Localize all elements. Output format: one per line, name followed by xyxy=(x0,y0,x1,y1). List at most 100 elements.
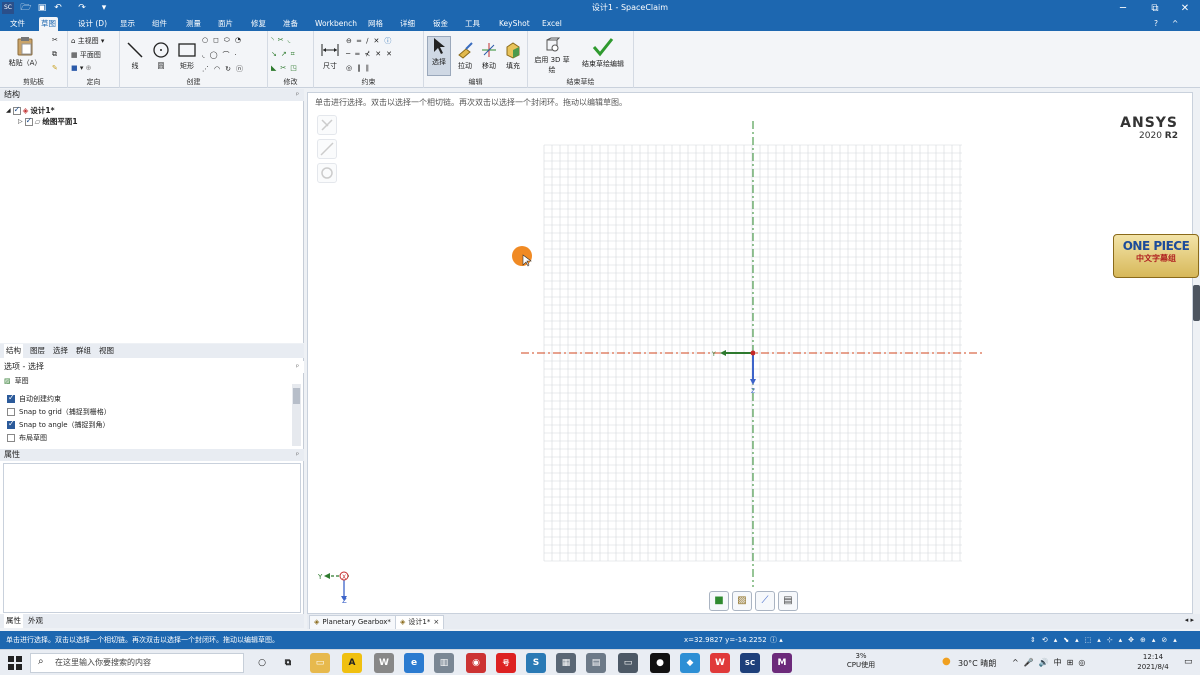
move-tool-button[interactable]: 移动 xyxy=(478,41,500,71)
tab-measure[interactable]: 测量 xyxy=(184,17,203,31)
cortana-icon[interactable]: ○ xyxy=(252,653,272,673)
rectangle-button[interactable]: 矩形 xyxy=(176,41,198,71)
save-icon[interactable]: ▣ xyxy=(36,2,48,14)
task-view-icon[interactable]: ⧉ xyxy=(278,653,298,673)
format-painter-icon[interactable]: ✎ xyxy=(52,64,58,72)
right-edge-handle[interactable] xyxy=(1193,285,1200,321)
paste-button[interactable]: 粘贴（A） xyxy=(6,36,44,68)
layout-icon[interactable]: ▤ xyxy=(778,591,798,611)
remote-desktop-icon[interactable]: ▭ xyxy=(618,653,638,673)
tab-layers[interactable]: 图层 xyxy=(30,344,45,358)
dimension-button[interactable]: 尺寸 xyxy=(318,41,342,71)
sync-app-icon[interactable]: ◆ xyxy=(680,653,700,673)
tab-scroll-arrows[interactable]: ◂ ▸ xyxy=(1185,616,1194,624)
tab-excel[interactable]: Excel xyxy=(540,17,564,31)
minimize-button[interactable]: ─ xyxy=(1108,0,1138,17)
tab-design[interactable]: 设计 (D) xyxy=(76,17,109,31)
create-tools-row-2[interactable]: ◟◯⌒· xyxy=(202,50,242,60)
workbench-icon[interactable]: W xyxy=(374,653,394,673)
file-explorer-icon[interactable]: ▭ xyxy=(310,653,330,673)
tab-display[interactable]: 显示 xyxy=(118,17,137,31)
tab-selection[interactable]: 选择 xyxy=(53,344,68,358)
spaceclaim-taskbar-icon[interactable]: SC xyxy=(740,653,760,673)
notes-icon[interactable]: ▤ xyxy=(586,653,606,673)
netease-icon[interactable]: 号 xyxy=(496,653,516,673)
ribbon-collapse-icon[interactable]: ^ xyxy=(1170,17,1180,31)
tab-tools[interactable]: 工具 xyxy=(463,17,482,31)
doc-tab-design1[interactable]: ◈ 设计1* × xyxy=(395,615,445,629)
option-auto-constraint[interactable]: 自动创建约束 xyxy=(7,393,61,404)
tab-detail[interactable]: 详细 xyxy=(398,17,417,31)
tab-assembly[interactable]: 组件 xyxy=(150,17,169,31)
constraint-tools-row-2[interactable]: ─═⊀✕✕ xyxy=(346,50,397,58)
maximize-button[interactable]: ⧉ xyxy=(1140,0,1170,17)
pull-tool-button[interactable]: 拉动 xyxy=(454,41,476,71)
line-button[interactable]: 线 xyxy=(124,41,146,71)
redo-icon[interactable]: ↷ xyxy=(76,2,88,14)
option-layout-sketch[interactable]: 布局草图 xyxy=(7,433,47,443)
edge-icon[interactable]: e xyxy=(404,653,424,673)
info-icon[interactable]: ⓘ ▴ xyxy=(770,631,783,649)
solid-view-icon[interactable]: ■ xyxy=(709,591,729,611)
collapse-icon[interactable]: ▷ xyxy=(18,118,23,125)
tab-repair[interactable]: 修复 xyxy=(249,17,268,31)
select-plane-icon[interactable]: ⟋ xyxy=(755,591,775,611)
tab-views[interactable]: 视图 xyxy=(99,344,114,358)
help-icon[interactable]: ? xyxy=(1152,17,1160,31)
layout-sketch-checkbox[interactable] xyxy=(7,434,15,442)
calculator-icon[interactable]: ▦ xyxy=(556,653,576,673)
tab-groups[interactable]: 群组 xyxy=(76,344,91,358)
modify-tools-row-1[interactable]: ◝✂◟ xyxy=(271,36,294,44)
fill-tool-button[interactable]: 填充 xyxy=(502,41,524,71)
tab-keyshot[interactable]: KeyShot xyxy=(497,17,532,31)
snap-angle-checkbox[interactable] xyxy=(7,419,15,429)
autocad-icon[interactable]: A xyxy=(342,653,362,673)
auto-constraint-checkbox[interactable] xyxy=(7,393,15,403)
origin-point[interactable] xyxy=(750,350,756,356)
modify-tools-row-3[interactable]: ◣✂◳ xyxy=(271,64,301,72)
tab-properties[interactable]: 属性 xyxy=(4,614,23,628)
taskbar-search-input[interactable]: 在这里输入你要搜索的内容 xyxy=(30,653,244,673)
weather-text[interactable]: 30°C 晴朗 xyxy=(958,658,996,669)
sketch-canvas[interactable]: 单击进行选择。双击以选择一个相切链。再次双击以选择一个封闭环。拖动以编辑草图。 … xyxy=(307,92,1199,614)
tree-item-design[interactable]: ◢ ◈ 设计1* xyxy=(6,105,55,116)
pin-icon[interactable]: ᵖ xyxy=(296,361,299,373)
modify-tools-row-2[interactable]: ↘↗⌗ xyxy=(271,50,299,59)
create-tools-row-3[interactable]: ⋰◠↻ⓝ xyxy=(202,64,248,74)
enable-3d-sketch-button[interactable]: 启用 3D 草绘 xyxy=(532,37,572,75)
home-view-button[interactable]: ⌂ 主视图 ▾ xyxy=(71,36,104,46)
app-icon[interactable]: ▥ xyxy=(434,653,454,673)
finish-sketch-button[interactable]: 结束草绘编辑 xyxy=(576,37,630,69)
constraint-tools-row-1[interactable]: ⊖═∕✕ⓘ xyxy=(346,36,396,46)
visibility-checkbox[interactable] xyxy=(12,105,21,115)
create-tools-row-1[interactable]: ○◻⬭◔ xyxy=(202,36,246,45)
tab-structure[interactable]: 结构 xyxy=(4,344,23,358)
tab-mesh[interactable]: 网格 xyxy=(366,17,385,31)
tab-prepare[interactable]: 准备 xyxy=(281,17,300,31)
undo-icon[interactable]: ↶ xyxy=(52,2,64,14)
copy-icon[interactable]: ⧉ xyxy=(52,50,57,59)
options-scrollbar[interactable] xyxy=(292,384,301,446)
customize-qa-icon[interactable]: ▾ xyxy=(98,2,110,14)
tree-item-sketch-plane[interactable]: ▷ ▱ 绘图平面1 xyxy=(18,116,78,127)
screenshot-app-icon[interactable]: ◉ xyxy=(466,653,486,673)
wps-icon[interactable]: W xyxy=(710,653,730,673)
close-tab-icon[interactable]: × xyxy=(433,616,439,629)
app-icon[interactable]: SC xyxy=(2,2,14,14)
option-snap-grid[interactable]: Snap to grid（捕捉到栅格） xyxy=(7,407,111,417)
circle-button[interactable]: 圆 xyxy=(150,41,172,71)
pin-icon[interactable]: ᵖ xyxy=(296,449,299,461)
clock[interactable]: 12:14 2021/8/4 xyxy=(1132,652,1174,672)
select-tool-button[interactable]: 选择 xyxy=(427,36,451,76)
tab-facets[interactable]: 面片 xyxy=(216,17,235,31)
windows-start-icon[interactable] xyxy=(8,656,22,670)
expand-icon[interactable]: ◢ xyxy=(6,107,11,114)
constraint-tools-row-3[interactable]: ◎‖∥ xyxy=(346,64,374,72)
view-cube-button[interactable]: ■ ▾ ⊕ xyxy=(71,64,91,72)
cut-icon[interactable]: ✂ xyxy=(52,36,58,44)
recorder-icon[interactable]: ● xyxy=(650,653,670,673)
option-snap-angle[interactable]: Snap to angle（捕捉到角） xyxy=(7,419,110,430)
tab-sheetmetal[interactable]: 钣金 xyxy=(431,17,450,31)
visibility-checkbox[interactable] xyxy=(24,116,33,126)
status-tool-icons[interactable]: ⇕⟲▴⬊▴⬚▴⊹▴✥⊕▴⊘▴ xyxy=(1030,631,1183,649)
